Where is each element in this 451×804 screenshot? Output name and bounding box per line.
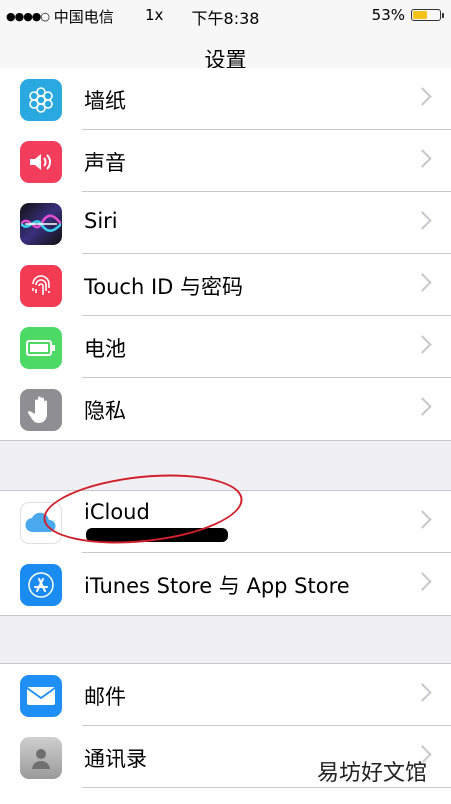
battery-status: 53% (371, 6, 444, 24)
battery-icon (411, 9, 444, 21)
settings-row-mail[interactable]: 邮件 (0, 664, 451, 726)
chevron-right-icon (413, 683, 432, 702)
hand-icon (20, 389, 62, 431)
settings-row-label: iTunes Store 与 App Store (84, 574, 350, 598)
chevron-right-icon (413, 335, 432, 354)
settings-row-label: Touch ID 与密码 (84, 275, 243, 299)
settings-row-wallpaper[interactable]: 墙纸 (0, 68, 451, 130)
settings-row-label: 声音 (84, 151, 126, 175)
chevron-right-icon (413, 211, 432, 230)
chevron-right-icon (413, 397, 432, 416)
wallpaper-icon (20, 79, 62, 121)
settings-row-siri[interactable]: Siri (0, 192, 451, 254)
battery-icon (20, 327, 62, 369)
contacts-icon (20, 737, 62, 779)
settings-row-label: 邮件 (84, 685, 126, 709)
battery-percent: 53% (371, 6, 405, 24)
settings-row-label: Siri (84, 209, 118, 233)
chevron-right-icon (413, 273, 432, 292)
settings-row-touch-id[interactable]: Touch ID 与密码 (0, 254, 451, 316)
fingerprint-icon (20, 265, 62, 307)
chevron-right-icon (413, 572, 432, 591)
watermark-text: 易坊好文馆 (316, 761, 427, 786)
settings-row-itunes-app-store[interactable]: iTunes Store 与 App Store (0, 553, 451, 615)
settings-group-display: 墙纸 声音 Siri Touch ID 与密码 电池 隐私 (0, 68, 451, 441)
settings-row-label: 电池 (84, 337, 126, 361)
settings-row-sound[interactable]: 声音 (0, 130, 451, 192)
settings-row-privacy[interactable]: 隐私 (0, 378, 451, 440)
siri-icon (20, 203, 62, 245)
chevron-right-icon (413, 510, 432, 529)
mail-icon (20, 675, 62, 717)
settings-row-label: 通讯录 (84, 747, 147, 771)
app-store-icon (20, 564, 62, 606)
status-bar: ●●●●○ 中国电信 1x 下午8:38 53% (0, 0, 451, 30)
chevron-right-icon (413, 87, 432, 106)
speaker-icon (20, 141, 62, 183)
settings-row-label: 墙纸 (84, 89, 126, 113)
settings-row-battery[interactable]: 电池 (0, 316, 451, 378)
settings-row-label: 隐私 (84, 399, 126, 423)
chevron-right-icon (413, 149, 432, 168)
